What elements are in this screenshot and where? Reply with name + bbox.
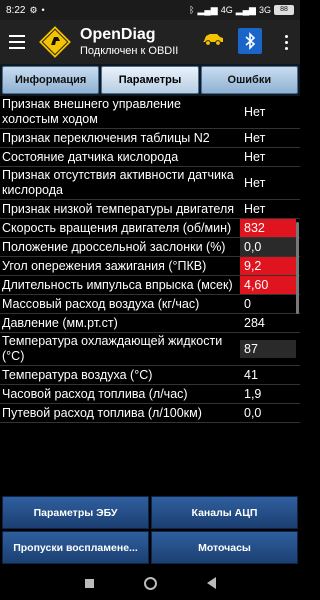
gear-icon: ⚙ bbox=[29, 5, 38, 15]
parameter-value: 1,9 bbox=[244, 387, 262, 401]
ecu-parameters-button[interactable]: Параметры ЭБУ bbox=[2, 496, 149, 529]
parameter-row[interactable]: Температура воздуха (°C) 41 bbox=[0, 366, 300, 385]
parameter-row[interactable]: Признак внешнего управление холостым ход… bbox=[0, 96, 300, 129]
parameter-row[interactable]: Массовый расход воздуха (кг/час) 0 bbox=[0, 295, 300, 314]
parameter-name: Путевой расход топлива (л/100км) bbox=[2, 405, 202, 420]
bottom-button-panel: Параметры ЭБУ Каналы АЦП Пропуски воспла… bbox=[0, 494, 300, 566]
app-title: OpenDiag bbox=[80, 26, 156, 43]
tab-info[interactable]: Информация bbox=[2, 66, 100, 94]
app-bar: OpenDiag Подключен к OBDII bbox=[0, 20, 300, 64]
scrollbar[interactable] bbox=[296, 222, 299, 314]
recents-icon[interactable] bbox=[84, 578, 94, 588]
parameter-value: Нет bbox=[244, 131, 266, 145]
status-bar: 8:22 ⚙ • ᛒ ▂▄▆ 4G ▂▄▆ 3G 88 bbox=[0, 0, 300, 20]
parameter-value: Нет bbox=[244, 105, 266, 119]
signal-icon-2: ▂▄▆ bbox=[235, 5, 256, 15]
parameter-value: 0,0 bbox=[240, 238, 296, 256]
bluetooth-status-icon: ᛒ bbox=[189, 5, 195, 15]
status-time: 8:22 bbox=[6, 4, 26, 16]
system-nav-bar bbox=[0, 566, 300, 600]
parameter-name: Давление (мм.рт.ст) bbox=[2, 315, 118, 330]
home-icon[interactable] bbox=[143, 576, 157, 590]
parameter-row[interactable]: Признак отсутствия активности датчика ки… bbox=[0, 167, 300, 200]
parameter-name: Длительность импульса впрыска (мсек) bbox=[2, 277, 233, 292]
parameter-row[interactable]: Длительность импульса впрыска (мсек) 4,60 bbox=[0, 276, 300, 295]
parameter-name: Часовой расход топлива (л/час) bbox=[2, 386, 188, 401]
parameter-row[interactable]: Положение дроссельной заслонки (%) 0,0 bbox=[0, 238, 300, 257]
parameter-value: Нет bbox=[244, 176, 266, 190]
misfires-button[interactable]: Пропуски воспламене... bbox=[2, 531, 149, 564]
parameter-name: Состояние датчика кислорода bbox=[2, 149, 179, 164]
connection-status: Подключен к OBDII bbox=[80, 45, 179, 57]
tab-parameters[interactable]: Параметры bbox=[101, 66, 199, 94]
notification-dot-icon: • bbox=[41, 5, 45, 15]
parameter-value: 0,0 bbox=[244, 406, 262, 420]
parameter-row[interactable]: Давление (мм.рт.ст) 284 bbox=[0, 314, 300, 333]
parameter-row[interactable]: Температура охлаждающей жидкости (°C) 87 bbox=[0, 333, 300, 366]
parameter-name: Угол опережения зажигания (°ПКВ) bbox=[2, 258, 207, 273]
parameter-row[interactable]: Скорость вращения двигателя (об/мин) 832 bbox=[0, 219, 300, 238]
network-type-right: 3G bbox=[258, 5, 271, 15]
parameters-list[interactable]: Признак внешнего управление холостым ход… bbox=[0, 96, 300, 494]
menu-icon[interactable] bbox=[0, 20, 34, 64]
parameter-row[interactable]: Угол опережения зажигания (°ПКВ) 9,2 bbox=[0, 257, 300, 276]
parameter-name: Температура охлаждающей жидкости (°C) bbox=[2, 334, 223, 363]
engine-hours-button[interactable]: Моточасы bbox=[151, 531, 298, 564]
parameter-row[interactable]: Путевой расход топлива (л/100км) 0,0 bbox=[0, 404, 300, 423]
tab-errors[interactable]: Ошибки bbox=[200, 66, 298, 94]
parameter-name: Признак отсутствия активности датчика ки… bbox=[2, 168, 234, 197]
back-icon[interactable] bbox=[206, 577, 216, 589]
parameter-row[interactable]: Часовой расход топлива (л/час) 1,9 bbox=[0, 385, 300, 404]
car-icon[interactable] bbox=[202, 32, 224, 46]
parameter-name: Положение дроссельной заслонки (%) bbox=[2, 239, 226, 254]
parameter-value: 284 bbox=[244, 316, 265, 330]
tab-bar: Информация Параметры Ошибки bbox=[0, 64, 300, 96]
parameter-name: Признак низкой температуры двигателя bbox=[2, 201, 235, 216]
parameter-name: Массовый расход воздуха (кг/час) bbox=[2, 296, 200, 311]
parameter-name: Температура воздуха (°C) bbox=[2, 367, 153, 382]
parameter-row[interactable]: Признак низкой температуры двигателя Нет bbox=[0, 200, 300, 219]
parameter-value: 0 bbox=[244, 297, 251, 311]
more-vert-icon[interactable] bbox=[276, 30, 296, 54]
adc-channels-button[interactable]: Каналы АЦП bbox=[151, 496, 298, 529]
signal-icon: ▂▄▆ bbox=[197, 5, 218, 15]
battery-icon: 88 bbox=[274, 5, 294, 15]
parameter-name: Скорость вращения двигателя (об/мин) bbox=[2, 220, 232, 235]
parameter-name: Признак переключения таблицы N2 bbox=[2, 130, 210, 145]
parameter-row[interactable]: Признак переключения таблицы N2 Нет bbox=[0, 129, 300, 148]
parameter-value: 41 bbox=[244, 368, 258, 382]
parameter-value: 832 bbox=[240, 219, 296, 237]
bluetooth-icon[interactable] bbox=[238, 28, 262, 54]
parameter-name: Признак внешнего управление холостым ход… bbox=[2, 97, 181, 126]
network-type-left: 4G bbox=[220, 5, 233, 15]
parameter-value: Нет bbox=[244, 202, 266, 216]
opendiag-logo-icon bbox=[38, 25, 72, 59]
parameter-value: 4,60 bbox=[240, 276, 296, 294]
parameter-value: 87 bbox=[240, 340, 296, 358]
parameter-value: 9,2 bbox=[240, 257, 296, 275]
parameter-row[interactable]: Состояние датчика кислорода Нет bbox=[0, 148, 300, 167]
parameter-value: Нет bbox=[244, 150, 266, 164]
